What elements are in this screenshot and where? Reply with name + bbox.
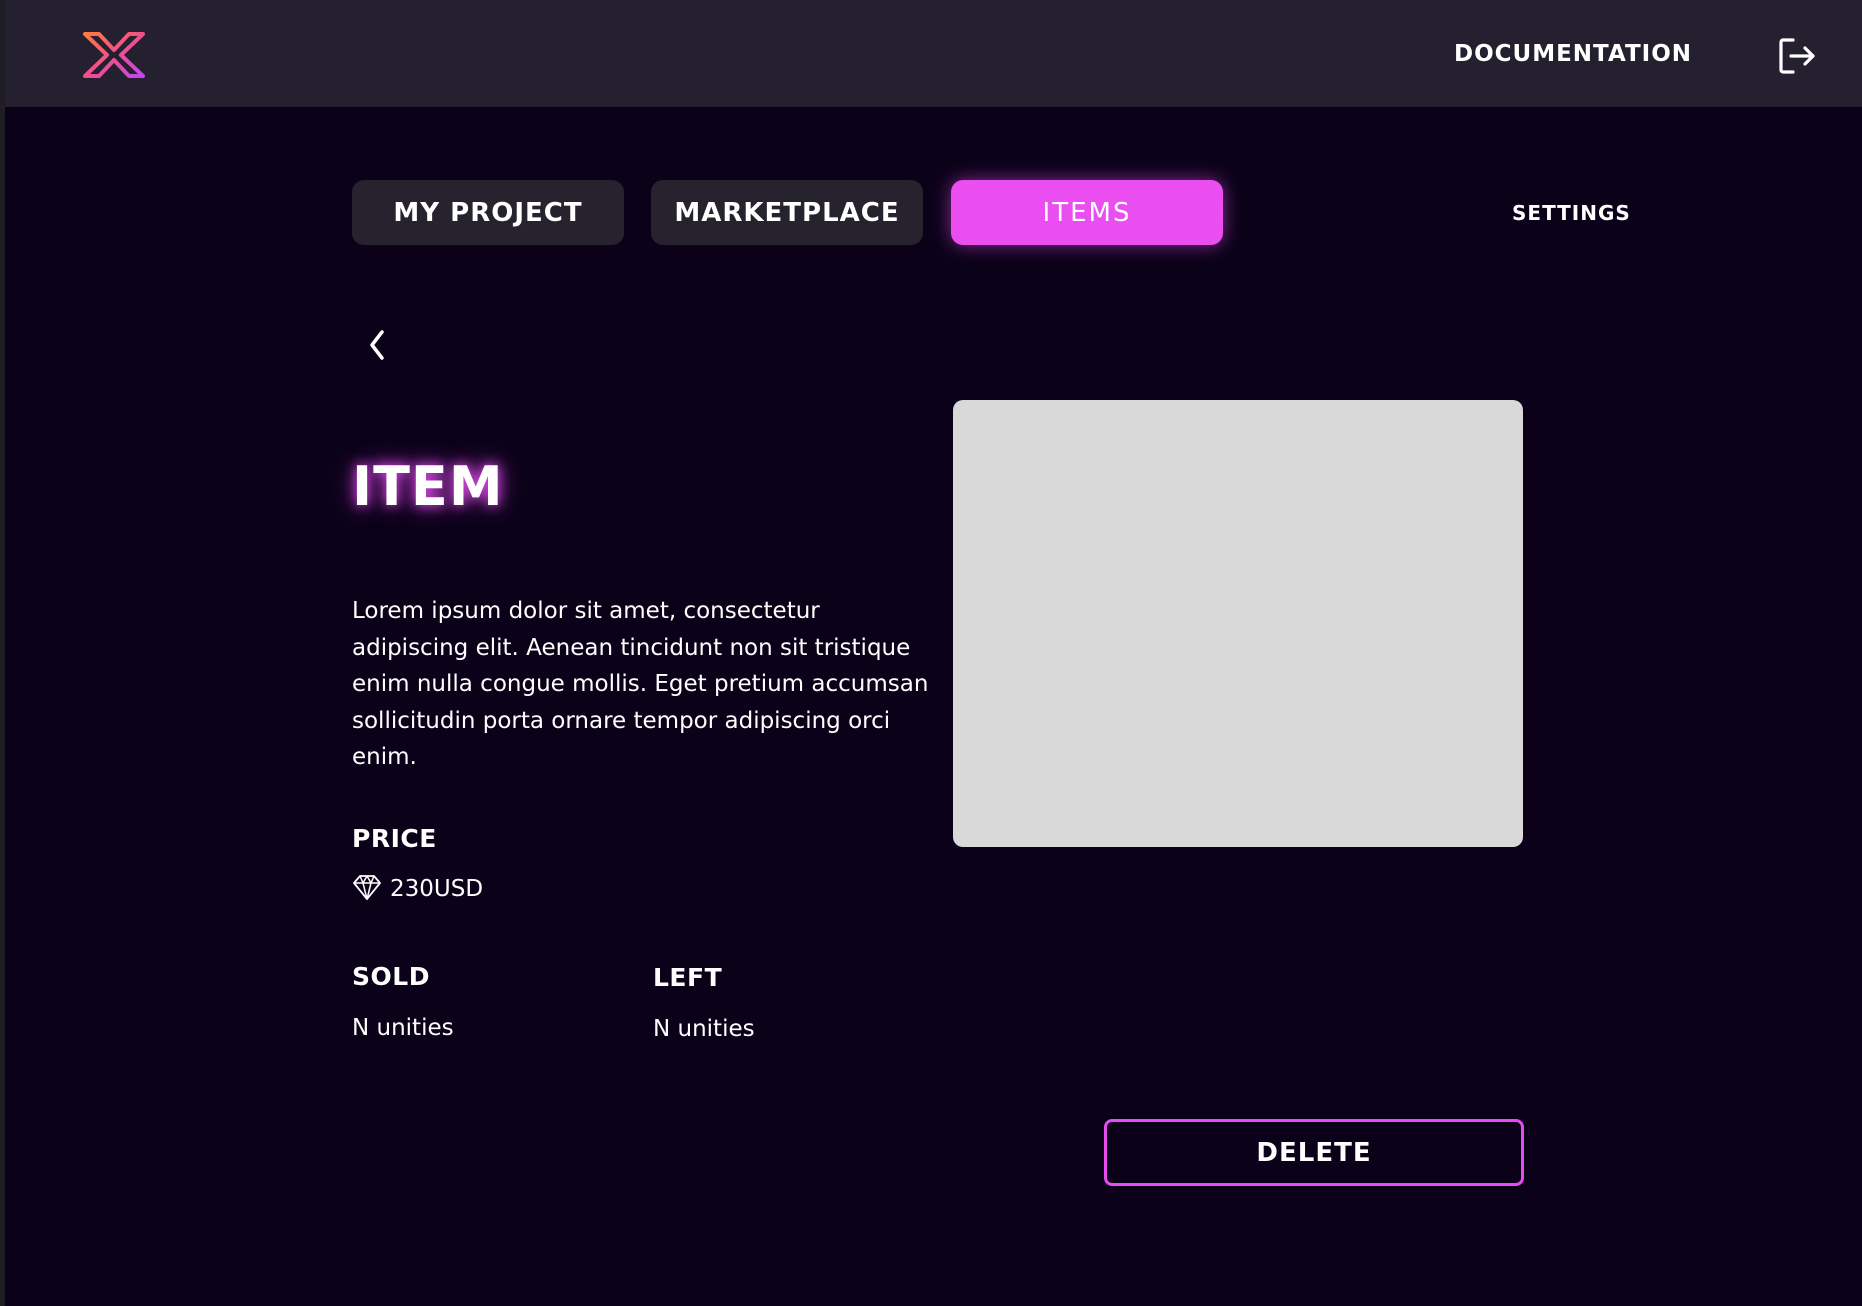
chevron-left-icon[interactable] xyxy=(364,326,390,364)
tab-items[interactable]: ITEMS xyxy=(951,180,1223,245)
diamond-icon xyxy=(353,875,381,900)
sold-label: SOLD xyxy=(352,962,430,991)
price-label: PRICE xyxy=(352,824,437,853)
window-edge xyxy=(0,0,5,1306)
settings-link[interactable]: SETTINGS xyxy=(1512,201,1631,225)
item-description: Lorem ipsum dolor sit amet, consectetur … xyxy=(352,598,929,770)
x-logo-icon[interactable] xyxy=(81,30,147,80)
tab-marketplace[interactable]: MARKETPLACE xyxy=(651,180,923,245)
item-title: ITEM xyxy=(352,455,504,518)
tab-my-project[interactable]: MY PROJECT xyxy=(352,180,624,245)
logout-icon[interactable] xyxy=(1777,36,1817,76)
sold-value: N unities xyxy=(352,1015,454,1041)
documentation-link[interactable]: DOCUMENTATION xyxy=(1454,41,1692,67)
left-value: N unities xyxy=(653,1016,755,1042)
top-bar: DOCUMENTATION xyxy=(5,0,1862,107)
item-image-placeholder xyxy=(953,400,1523,847)
left-label: LEFT xyxy=(653,963,723,992)
price-value: 230USD xyxy=(390,876,484,902)
delete-button[interactable]: DELETE xyxy=(1104,1119,1524,1186)
